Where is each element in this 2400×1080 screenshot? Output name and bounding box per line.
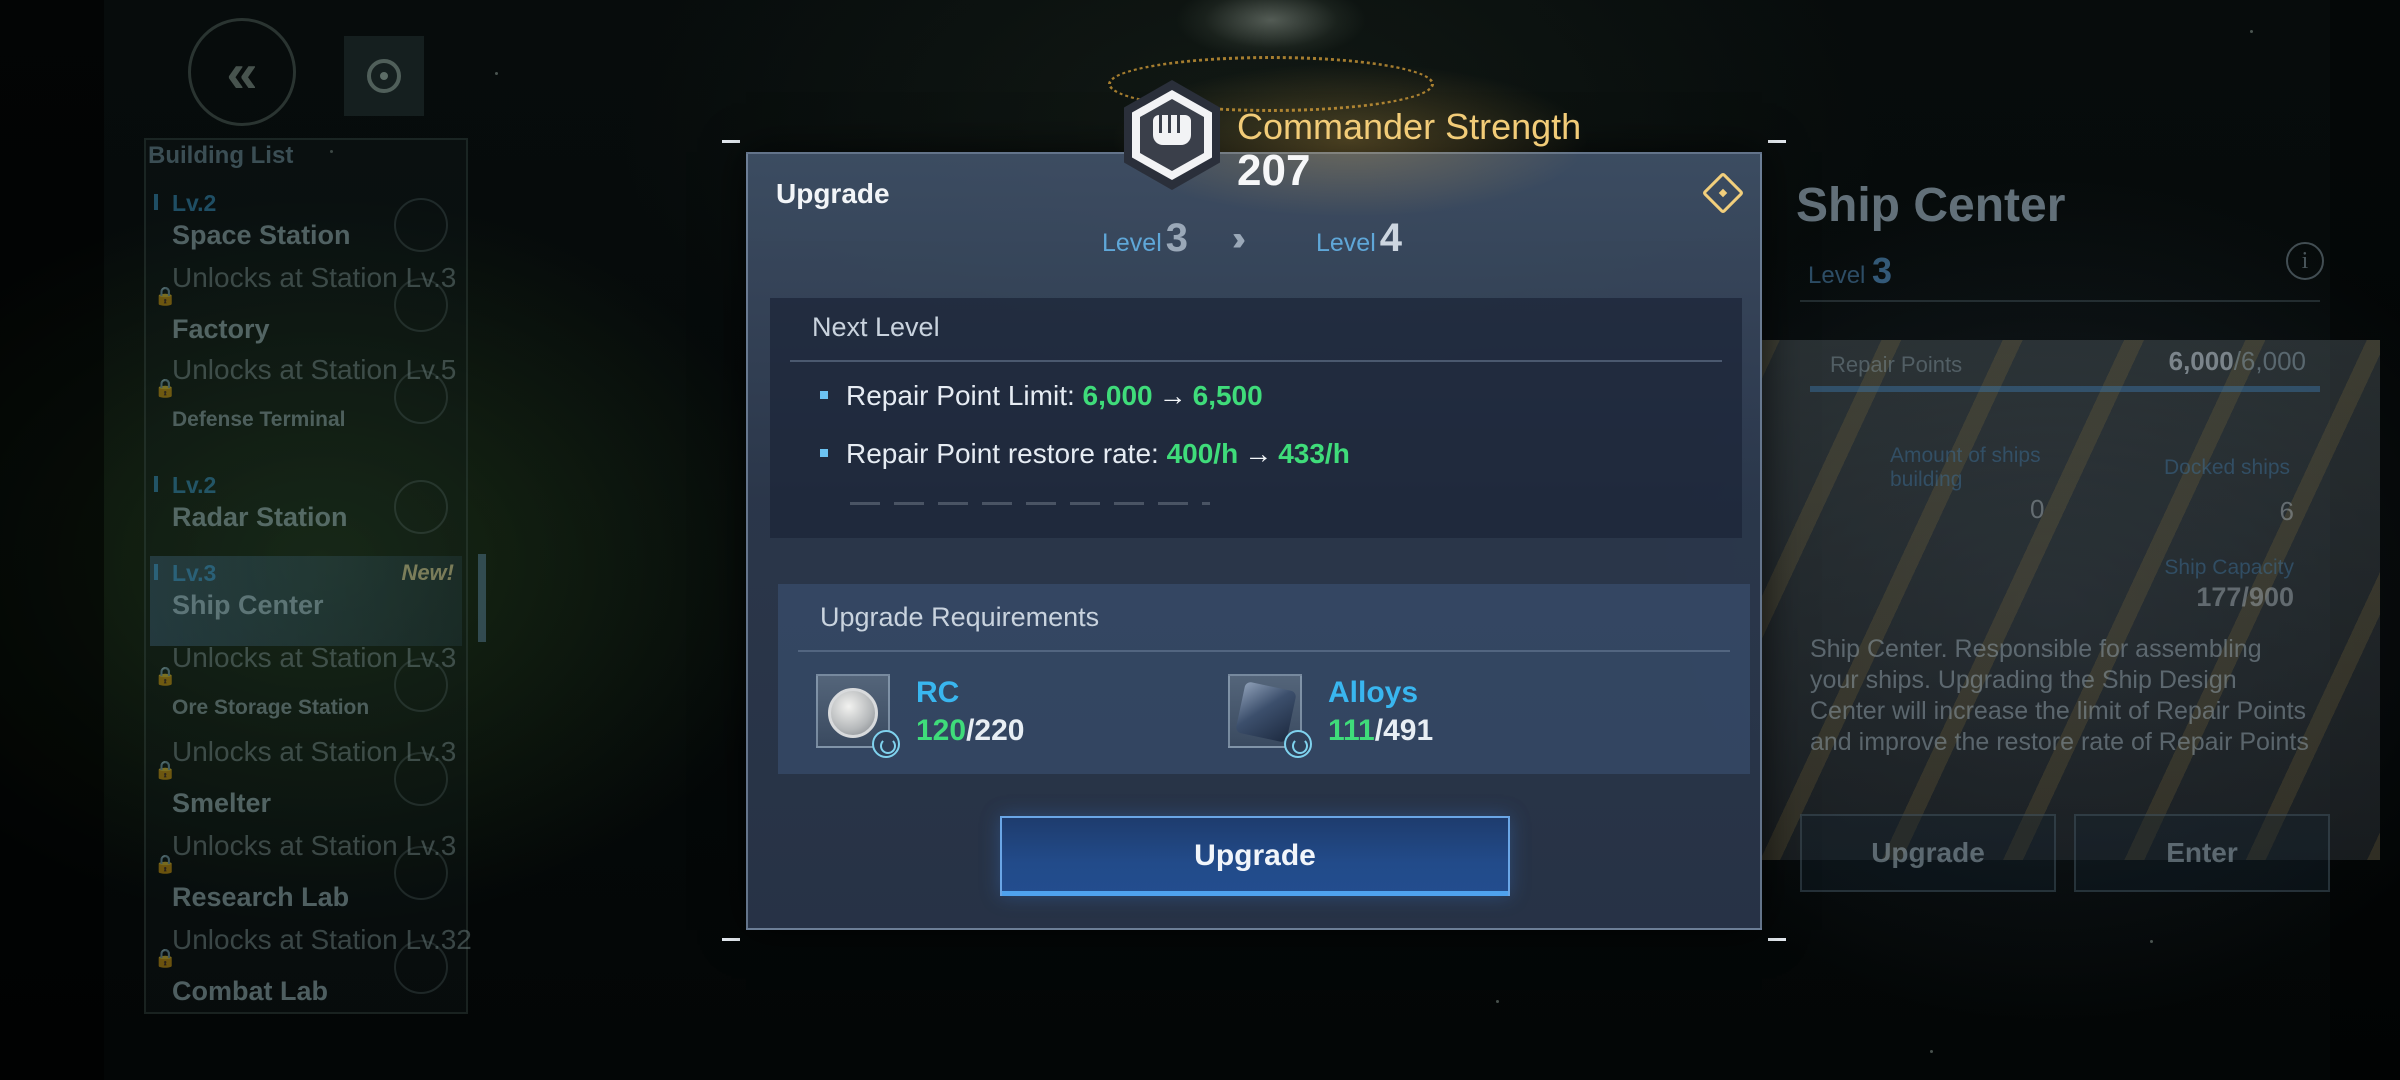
ship-center-panel: Ship Center Level 3 i Repair Points 6,00… — [1760, 160, 2380, 920]
building-item-defense-terminal[interactable]: 🔒 Unlocks at Station Lv.5 Defense Termin… — [150, 354, 462, 448]
target-icon — [367, 59, 401, 93]
building-list-title: Building List — [148, 142, 294, 169]
building-name: Ship Center — [172, 590, 324, 620]
star — [2250, 30, 2253, 33]
resource-qty-alloys: 111/491 — [1328, 714, 1434, 747]
commander-strength-value: 207 — [1237, 146, 1311, 195]
divider — [790, 360, 1722, 362]
stat-repair-point-limit: Repair Point Limit: 6,000 → 6,500 — [820, 380, 1263, 412]
ships-building-label: Amount of ships building — [1890, 444, 2041, 491]
bullet-icon — [820, 448, 828, 457]
cube-badge-icon — [1284, 730, 1312, 758]
ship-center-enter-button[interactable]: Enter — [2074, 814, 2330, 892]
double-chevron-left-icon: « — [226, 40, 258, 104]
building-name: Factory — [172, 314, 270, 344]
stat-cut-off — [820, 498, 1420, 508]
locate-button[interactable] — [344, 36, 424, 116]
building-name: Research Lab — [172, 882, 350, 912]
upgrade-requirements-section: Upgrade Requirements RC 120/220 Alloys 1… — [778, 584, 1750, 774]
docked-ships-value: 6 — [2279, 496, 2294, 526]
divider — [798, 650, 1730, 652]
requirements-title: Upgrade Requirements — [820, 602, 1100, 632]
building-name: Ore Storage Station — [172, 696, 370, 719]
building-item-radar-station[interactable]: Lv.2 Radar Station — [150, 468, 462, 558]
building-item-ore-storage[interactable]: 🔒 Unlocks at Station Lv.3 Ore Storage St… — [150, 642, 462, 736]
next-level-section: Next Level Repair Point Limit: 6,000 → 6,5… — [770, 298, 1742, 538]
left-edge-shade — [0, 0, 104, 1080]
ships-building-value: 0 — [2030, 494, 2045, 524]
next-level-title: Next Level — [812, 312, 940, 342]
double-chevron-right-icon: ››› — [1232, 220, 1246, 258]
building-level: Lv.2 — [172, 472, 217, 498]
resource-name-alloys: Alloys — [1328, 676, 1419, 709]
ship-capacity-value: 177/900 — [2196, 582, 2294, 612]
upgrade-button[interactable]: Upgrade — [1000, 816, 1510, 896]
building-icon — [394, 480, 448, 534]
dialog-title: Upgrade — [776, 178, 890, 209]
ship-center-description: Ship Center. Responsible for assembling … — [1810, 635, 2309, 756]
building-level: Lv.3 — [172, 560, 217, 586]
fist-icon — [1153, 115, 1191, 145]
selection-indicator — [478, 554, 486, 642]
new-badge: New! — [401, 560, 454, 585]
ship-center-level: Level 3 — [1808, 250, 1893, 291]
resource-qty-rc: 120/220 — [916, 714, 1025, 747]
building-name: Space Station — [172, 220, 351, 250]
corner-mark — [1768, 938, 1786, 941]
alloys-icon[interactable] — [1228, 674, 1312, 758]
building-name: Smelter — [172, 788, 272, 818]
building-name: Radar Station — [172, 502, 348, 532]
building-item-factory[interactable]: 🔒 Unlocks at Station Lv.3 Factory — [150, 262, 462, 356]
building-item-combat-lab[interactable]: 🔒 Unlocks at Station Lv.32 Combat Lab — [150, 924, 472, 1018]
building-level: Lv.2 — [172, 190, 217, 216]
current-level: Level 3 — [1102, 216, 1189, 260]
resource-name-rc: RC — [916, 676, 960, 709]
refresh-badge-icon — [872, 730, 900, 758]
info-icon[interactable]: i — [2286, 242, 2324, 280]
ship-center-title: Ship Center — [1796, 179, 2066, 232]
building-icon — [394, 198, 448, 252]
upgrade-dialog: Upgrade Level 3 ››› Level 4 Next Level Rep… — [746, 152, 1762, 930]
bullet-icon — [820, 390, 828, 399]
diamond-close-icon[interactable] — [1701, 171, 1745, 215]
building-item-smelter[interactable]: 🔒 Unlocks at Station Lv.3 Smelter — [150, 736, 462, 830]
stat-repair-point-restore-rate: Repair Point restore rate: 400/h → 433/h — [820, 438, 1350, 470]
corner-mark — [722, 140, 740, 143]
building-icon — [394, 278, 448, 332]
docked-ships-label: Docked ships — [2164, 456, 2291, 479]
building-icon — [394, 370, 448, 424]
rc-coin-icon[interactable] — [816, 674, 900, 758]
ship-center-upgrade-button[interactable]: Upgrade — [1800, 814, 2056, 892]
next-level: Level 4 — [1316, 216, 1403, 260]
repair-points-value: 6,000/6,000 — [2168, 346, 2306, 376]
corner-mark — [722, 938, 740, 941]
star — [495, 72, 498, 75]
commander-strength-label: Commander Strength — [1237, 106, 1582, 147]
divider — [1800, 300, 2320, 302]
ship-capacity-label: Ship Capacity — [2164, 556, 2294, 579]
repair-points-bar — [1810, 386, 2320, 392]
building-name: Combat Lab — [172, 976, 329, 1006]
repair-points-label: Repair Points — [1830, 352, 1963, 377]
star — [1496, 1000, 1499, 1003]
corner-mark — [1768, 140, 1786, 143]
back-button[interactable]: « — [188, 18, 296, 126]
building-icon — [394, 752, 448, 806]
star — [1930, 1050, 1933, 1053]
building-name: Defense Terminal — [172, 408, 346, 431]
building-icon — [394, 658, 448, 712]
building-item-research-lab[interactable]: 🔒 Unlocks at Station Lv.3 Research Lab — [150, 830, 462, 924]
star — [2150, 940, 2153, 943]
building-item-ship-center[interactable]: Lv.3 Ship Center New! — [150, 556, 462, 646]
building-icon — [394, 846, 448, 900]
building-icon — [394, 940, 448, 994]
